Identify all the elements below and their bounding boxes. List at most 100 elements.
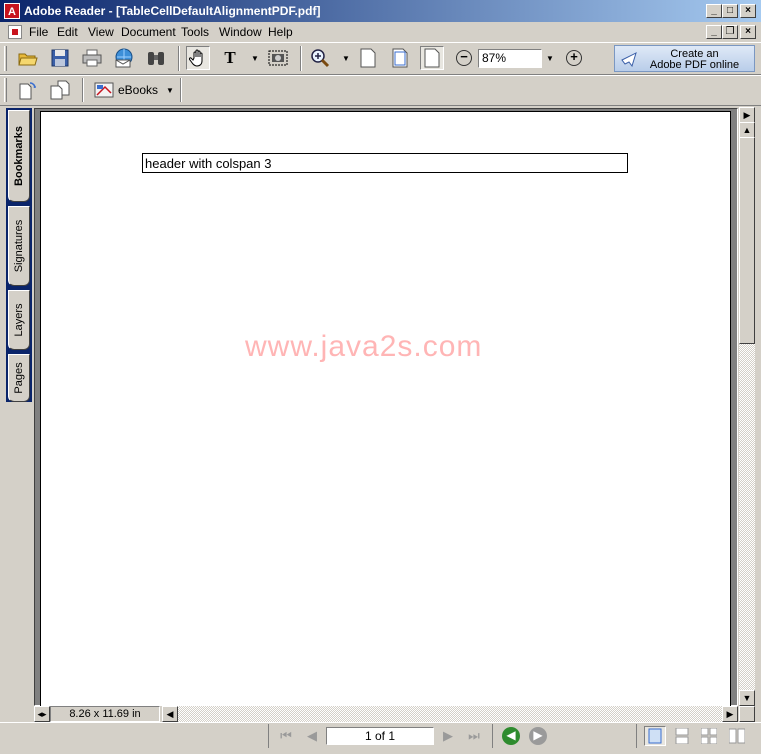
- zoom-out-button[interactable]: −: [456, 50, 472, 66]
- fit-width-button[interactable]: [420, 46, 444, 70]
- page-fit-icon: [392, 48, 408, 68]
- fit-page-button[interactable]: [388, 46, 412, 70]
- two-page-icon: [729, 728, 745, 744]
- document-menu-icon[interactable]: [8, 25, 22, 39]
- actual-size-button[interactable]: [356, 46, 380, 70]
- zoom-level-dropdown-caret[interactable]: ▼: [546, 54, 554, 63]
- hand-icon: [189, 49, 203, 67]
- doc-close-button[interactable]: ×: [740, 25, 756, 39]
- first-page-button[interactable]: ⏮: [276, 727, 296, 745]
- window-title: Adobe Reader - [TableCellDefaultAlignmen…: [24, 4, 321, 18]
- status-separator: [636, 724, 637, 748]
- horizontal-scroll-track[interactable]: [178, 706, 722, 722]
- navigation-pane: Bookmarks Signatures Layers Pages: [6, 108, 34, 706]
- printer-icon: [82, 49, 102, 67]
- status-separator: [492, 724, 493, 748]
- folder-open-icon: [18, 53, 38, 66]
- facing-pages-icon: [701, 728, 717, 744]
- title-bar[interactable]: A Adobe Reader - [TableCellDefaultAlignm…: [0, 0, 761, 22]
- page-number-input[interactable]: 1 of 1: [326, 727, 434, 745]
- last-page-button[interactable]: ⏭: [464, 727, 484, 745]
- search-button[interactable]: [144, 46, 168, 70]
- continuous-facing-layout-button[interactable]: [698, 726, 720, 746]
- vertical-scroll-thumb[interactable]: [739, 137, 755, 344]
- rotate-view-button[interactable]: [16, 78, 40, 102]
- select-tool-dropdown-caret[interactable]: ▼: [251, 54, 259, 63]
- page-fit-width-icon: [424, 48, 440, 68]
- menu-bar: File Edit View Document Tools Window Hel…: [0, 22, 761, 42]
- floppy-disk-icon: [51, 49, 69, 67]
- split-view-button[interactable]: ▶: [739, 107, 755, 123]
- close-button[interactable]: ×: [740, 4, 756, 18]
- scroll-up-button[interactable]: ▲: [739, 122, 755, 138]
- snapshot-tool-button[interactable]: [266, 46, 290, 70]
- continuous-layout-button[interactable]: [671, 726, 693, 746]
- doc-minimize-button[interactable]: _: [706, 25, 722, 39]
- menu-file[interactable]: File: [29, 25, 48, 39]
- scroll-right-button[interactable]: ▶: [722, 706, 738, 722]
- tab-layers-label: Layers: [13, 303, 25, 337]
- paper-plane-icon: [621, 52, 637, 67]
- adobe-reader-app-icon[interactable]: A: [4, 3, 20, 19]
- email-button[interactable]: [112, 46, 136, 70]
- pdf-page[interactable]: [40, 111, 731, 707]
- page-actual-size-icon: [360, 48, 376, 68]
- minimize-button[interactable]: _: [706, 4, 722, 18]
- menu-tools[interactable]: Tools: [181, 25, 209, 39]
- save-button[interactable]: [48, 46, 72, 70]
- menu-view[interactable]: View: [88, 25, 114, 39]
- watermark-text: www.java2s.com: [245, 330, 483, 363]
- maximize-button[interactable]: □: [722, 4, 738, 18]
- go-forward-button[interactable]: ▶: [529, 727, 547, 745]
- select-text-tool-button[interactable]: T: [218, 46, 242, 70]
- create-pdf-line2: Adobe PDF online: [649, 59, 740, 71]
- zoom-in-button[interactable]: +: [566, 50, 582, 66]
- rotate-pages-icon: [50, 80, 70, 100]
- tab-signatures[interactable]: Signatures: [8, 206, 30, 286]
- menu-edit[interactable]: Edit: [57, 25, 78, 39]
- ebooks-button[interactable]: eBooks ▼: [90, 78, 176, 102]
- ebook-icon: [94, 82, 114, 98]
- tab-layers[interactable]: Layers: [8, 290, 30, 350]
- previous-page-button[interactable]: ◀: [302, 727, 322, 745]
- scrollbar-corner: [739, 706, 755, 722]
- scroll-left-button[interactable]: ◀: [162, 706, 178, 722]
- print-button[interactable]: [80, 46, 104, 70]
- doc-restore-button[interactable]: ❐: [722, 25, 738, 39]
- menu-help[interactable]: Help: [268, 25, 293, 39]
- zoom-tool-dropdown-caret[interactable]: ▼: [342, 54, 350, 63]
- open-file-button[interactable]: [16, 46, 40, 70]
- single-page-layout-button[interactable]: [644, 726, 666, 746]
- tab-bookmarks-label: Bookmarks: [13, 126, 25, 186]
- menu-window[interactable]: Window: [219, 25, 262, 39]
- toolbar-grip[interactable]: [4, 46, 7, 71]
- nav-pane-filler: [6, 402, 32, 706]
- zoom-level-input[interactable]: 87%: [478, 49, 542, 68]
- status-separator: [268, 724, 269, 748]
- text-select-icon: T: [224, 48, 236, 67]
- tab-bookmarks[interactable]: Bookmarks: [8, 110, 30, 202]
- email-globe-icon: [115, 48, 133, 68]
- tab-signatures-label: Signatures: [13, 219, 25, 273]
- toolbar-separator: [180, 78, 182, 102]
- ebooks-dropdown-caret[interactable]: ▼: [166, 86, 174, 95]
- page-size-toggle-button[interactable]: ◂▸: [34, 706, 50, 722]
- go-back-button[interactable]: ◀: [502, 727, 520, 745]
- hand-tool-button[interactable]: [186, 46, 210, 70]
- zoom-in-tool-button[interactable]: [308, 46, 332, 70]
- rotate-page-icon: [19, 82, 36, 100]
- create-adobe-pdf-online-button[interactable]: Create an Adobe PDF online: [614, 45, 755, 72]
- menu-document[interactable]: Document: [121, 25, 176, 39]
- ebooks-label: eBooks: [118, 83, 159, 97]
- scroll-down-button[interactable]: ▼: [739, 690, 755, 706]
- tab-pages[interactable]: Pages: [8, 354, 30, 402]
- rotate-pages-button[interactable]: [48, 78, 72, 102]
- toolbar-separator: [82, 78, 84, 102]
- camera-icon: [268, 50, 288, 66]
- facing-layout-button[interactable]: [726, 726, 748, 746]
- continuous-page-icon: [675, 728, 689, 744]
- next-page-button[interactable]: ▶: [438, 727, 458, 745]
- single-page-icon: [648, 728, 662, 744]
- table-header-cell: header with colspan 3: [142, 153, 628, 173]
- toolbar-grip[interactable]: [4, 78, 7, 102]
